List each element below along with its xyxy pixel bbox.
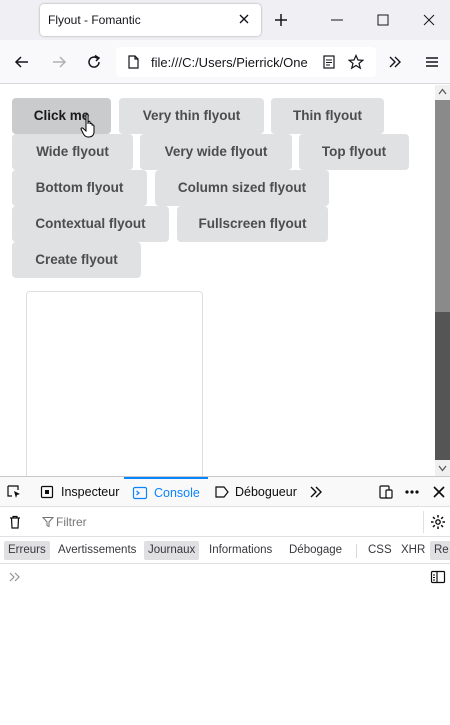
scrollbar-thumb[interactable]	[435, 100, 450, 312]
reader-view-icon[interactable]	[321, 54, 337, 70]
hand-cursor-icon	[80, 113, 95, 138]
trash-icon[interactable]	[7, 514, 23, 530]
forward-icon[interactable]	[50, 53, 68, 71]
page-content: Click me Very thin flyout Thin flyout Wi…	[0, 85, 435, 476]
tab-console[interactable]: Console	[124, 477, 208, 507]
maximize-icon[interactable]	[374, 11, 392, 29]
fullscreen-flyout-button[interactable]: Fullscreen flyout	[177, 206, 328, 242]
very-wide-flyout-button[interactable]: Very wide flyout	[140, 134, 292, 170]
close-devtools-icon[interactable]	[431, 484, 447, 500]
console-filter-input[interactable]	[38, 511, 424, 533]
level-logs[interactable]: Journaux	[144, 541, 200, 560]
overflow-chevron-icon[interactable]	[386, 53, 404, 71]
create-flyout-button[interactable]: Create flyout	[12, 242, 141, 278]
element-picker-icon[interactable]	[6, 484, 22, 500]
scroll-up-icon[interactable]	[438, 88, 447, 95]
scroll-down-icon[interactable]	[438, 465, 447, 472]
menu-icon[interactable]	[423, 53, 441, 71]
tab-title: Flyout - Fomantic	[48, 13, 141, 27]
url-text[interactable]: file:///C:/Users/Pierrick/One	[151, 55, 314, 70]
page-scrollbar[interactable]	[435, 85, 450, 476]
file-icon	[128, 55, 139, 69]
level-xhr[interactable]: XHR	[397, 541, 429, 560]
console-filter-bar	[0, 507, 450, 537]
reload-icon[interactable]	[85, 53, 103, 71]
level-info[interactable]: Informations	[205, 541, 276, 560]
minimize-icon[interactable]	[328, 11, 346, 29]
tab-console-label: Console	[154, 486, 200, 500]
console-icon	[132, 486, 148, 500]
tab-inspector-label: Inspecteur	[61, 485, 120, 499]
very-thin-flyout-button[interactable]: Very thin flyout	[119, 98, 264, 134]
close-tab-icon[interactable]	[236, 11, 252, 27]
log-level-bar: Erreurs Avertissements Journaux Informat…	[0, 537, 450, 564]
devtools-tab-bar: Inspecteur Console Débogueur	[0, 477, 450, 507]
level-separator	[356, 544, 357, 558]
tab-debugger-label: Débogueur	[235, 485, 297, 499]
more-tools-chevron-icon[interactable]	[308, 484, 324, 500]
devtools-panel: Inspecteur Console Débogueur Erreurs Ave…	[0, 476, 450, 725]
level-warnings[interactable]: Avertissements	[54, 541, 140, 560]
level-errors[interactable]: Erreurs	[4, 541, 50, 560]
top-flyout-button[interactable]: Top flyout	[299, 134, 409, 170]
new-tab-icon[interactable]	[272, 11, 290, 29]
content-panel	[26, 291, 203, 476]
wide-flyout-button[interactable]: Wide flyout	[12, 134, 133, 170]
console-input-row[interactable]	[0, 564, 450, 590]
level-debug[interactable]: Débogage	[285, 541, 346, 560]
thin-flyout-button[interactable]: Thin flyout	[271, 98, 384, 134]
tab-debugger[interactable]: Débogueur	[214, 477, 306, 507]
more-options-icon[interactable]	[404, 484, 420, 500]
tab-bar: Flyout - Fomantic	[0, 0, 450, 40]
prompt-chevron-icon	[9, 572, 20, 582]
scrollbar-track	[435, 312, 450, 460]
responsive-design-icon[interactable]	[378, 484, 394, 500]
browser-tab[interactable]: Flyout - Fomantic	[40, 4, 261, 36]
settings-gear-icon[interactable]	[430, 514, 446, 530]
debugger-icon	[215, 486, 229, 498]
column-sized-flyout-button[interactable]: Column sized flyout	[155, 170, 329, 206]
level-css[interactable]: CSS	[364, 541, 396, 560]
level-requests[interactable]: Re	[430, 541, 450, 560]
bookmark-star-icon[interactable]	[348, 54, 364, 70]
inspector-icon	[40, 485, 54, 499]
close-window-icon[interactable]	[420, 11, 438, 29]
tab-inspector[interactable]: Inspecteur	[39, 477, 123, 507]
url-bar[interactable]: file:///C:/Users/Pierrick/One	[116, 47, 376, 77]
editor-mode-icon[interactable]	[430, 569, 446, 585]
back-icon[interactable]	[13, 53, 31, 71]
contextual-flyout-button[interactable]: Contextual flyout	[12, 206, 169, 242]
bottom-flyout-button[interactable]: Bottom flyout	[12, 170, 147, 206]
